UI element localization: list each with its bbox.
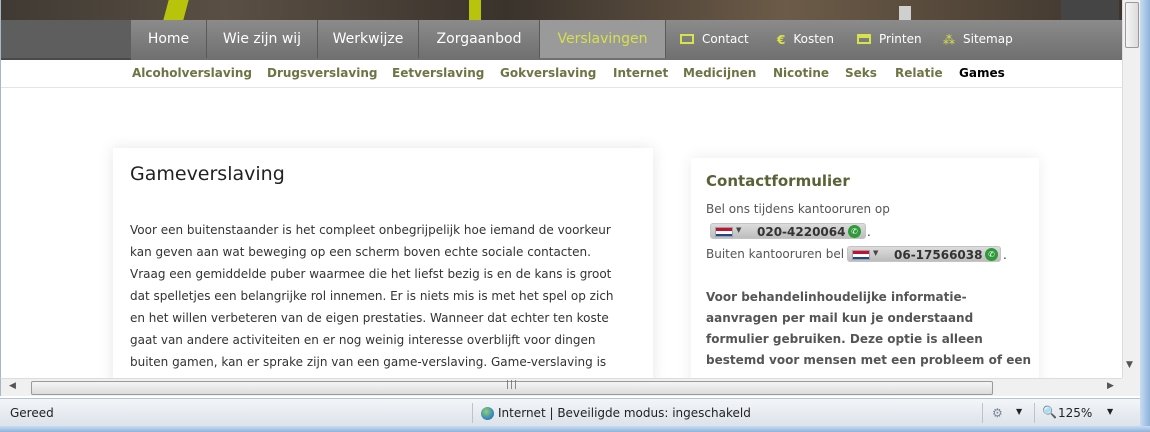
- article-line: Voor een buitenstaander is het compleet …: [130, 223, 611, 237]
- after-hours-phone-number[interactable]: 06-17566038: [894, 247, 982, 263]
- utility-link-sitemap[interactable]: ⁂ Sitemap: [943, 20, 1013, 58]
- sitemap-icon: ⁂: [943, 33, 955, 47]
- subnav-item-nicotine[interactable]: Nicotine: [773, 66, 829, 80]
- main-navigation: Home Wie zijn wij Werkwijze Zorgaanbod V…: [1, 20, 1122, 60]
- protected-mode-icon[interactable]: ⚙: [992, 406, 1003, 420]
- euro-icon: €: [777, 33, 786, 47]
- info-line: aanvragen per mail kun je onderstaand: [706, 311, 974, 325]
- article-line: gaat van andere activiteiten en er nog w…: [130, 333, 596, 347]
- zoom-level[interactable]: 125%: [1058, 406, 1092, 420]
- nav-tab-home[interactable]: Home: [131, 20, 207, 58]
- netherlands-flag-icon: [852, 250, 870, 260]
- utility-link-kosten[interactable]: € Kosten: [777, 20, 834, 58]
- period-text: .: [867, 225, 871, 239]
- article-line: dat spelletjes een belangrijke rol innem…: [130, 289, 614, 303]
- scroll-grip-icon: |||: [506, 380, 519, 390]
- status-text: Gereed: [10, 406, 54, 420]
- utility-link-label: Kosten: [793, 32, 834, 46]
- after-hours-text: Buiten kantooruren bel: [706, 247, 845, 261]
- subnav-item-alcoholverslaving[interactable]: Alcoholverslaving: [132, 66, 252, 80]
- horizontal-scroll-thumb[interactable]: |||: [31, 380, 993, 395]
- status-separator: [472, 403, 473, 423]
- subnav-item-eetverslaving[interactable]: Eetverslaving: [392, 66, 484, 80]
- info-line: formulier gebruiken. Deze optie is allee…: [706, 332, 983, 346]
- contact-icon: [680, 34, 694, 44]
- subnav-item-gokverslaving[interactable]: Gokverslaving: [500, 66, 596, 80]
- status-separator: [982, 403, 983, 423]
- main-navigation-bar: Home Wie zijn wij Werkwijze Zorgaanbod V…: [131, 20, 1122, 60]
- article-line: kan geven aan wat beweging op een scherm…: [130, 245, 591, 259]
- period-text: .: [1003, 248, 1007, 262]
- article-line: buiten gamen, kan er sprake zijn van een…: [130, 355, 607, 369]
- subnav-item-games[interactable]: Games: [959, 66, 1005, 80]
- utility-link-printen[interactable]: Printen: [857, 20, 922, 58]
- contact-info-text: Voor behandelinhoudelijke informatie- aa…: [706, 287, 1036, 371]
- chevron-down-icon[interactable]: ▼: [1107, 407, 1113, 416]
- status-bar: Gereed Internet | Beveiligde modus: inge…: [0, 398, 1140, 426]
- netherlands-flag-icon: [715, 227, 733, 237]
- print-icon: [857, 34, 871, 44]
- subnav-item-relatie[interactable]: Relatie: [895, 66, 943, 80]
- globe-icon: [481, 407, 494, 420]
- vertical-scroll-thumb[interactable]: [1125, 2, 1139, 48]
- window-frame-right: [1140, 0, 1150, 432]
- nav-tab-zorgaanbod[interactable]: Zorgaanbod: [419, 20, 540, 58]
- banner-accent-shape: [899, 6, 911, 20]
- article-line: en het willen verbeteren van de eigen pr…: [130, 311, 609, 325]
- utility-link-label: Sitemap: [963, 32, 1013, 46]
- chevron-down-icon: ▼: [736, 226, 742, 234]
- phone-call-icon[interactable]: ✆: [848, 225, 861, 238]
- after-hours-phone-widget[interactable]: ▼ 06-17566038 ✆: [847, 246, 1001, 262]
- scroll-left-arrow-icon[interactable]: ◀: [9, 381, 16, 391]
- article-body: Voor een buitenstaander is het compleet …: [130, 219, 615, 373]
- scroll-down-arrow-icon[interactable]: ▼: [1126, 360, 1133, 370]
- subnav-item-drugsverslaving[interactable]: Drugsverslaving: [267, 66, 377, 80]
- chevron-down-icon[interactable]: ▼: [1016, 407, 1022, 416]
- zoom-icon[interactable]: 🔍: [1042, 405, 1057, 419]
- sub-navigation: Alcoholverslaving Drugsverslaving Eetver…: [1, 62, 1122, 88]
- page-title: Gameverslaving: [130, 163, 285, 185]
- nav-tab-verslavingen[interactable]: Verslavingen: [540, 20, 666, 58]
- horizontal-scrollbar[interactable]: ◀ ||| ▶: [0, 378, 1122, 396]
- security-zone-text[interactable]: Internet | Beveiligde modus: ingeschakel…: [498, 406, 751, 420]
- article-line: Vraag een gemiddelde puber waarmee die h…: [130, 267, 612, 281]
- nav-tab-wie-zijn-wij[interactable]: Wie zijn wij: [207, 20, 318, 58]
- info-line: bestemd voor mensen met een probleem of …: [706, 353, 1032, 367]
- contact-title: Contactformulier: [706, 172, 850, 190]
- nav-tab-werkwijze[interactable]: Werkwijze: [318, 20, 419, 58]
- subnav-item-internet[interactable]: Internet: [613, 66, 668, 80]
- info-line: Voor behandelinhoudelijke informatie-: [706, 290, 967, 304]
- subnav-item-medicijnen[interactable]: Medicijnen: [683, 66, 756, 80]
- subnav-item-seks[interactable]: Seks: [845, 66, 877, 80]
- banner-accent-shape: [1061, 0, 1119, 20]
- utility-link-label: Contact: [702, 32, 749, 46]
- banner-accent-shape: [469, 0, 481, 20]
- scroll-right-arrow-icon[interactable]: ▶: [1107, 381, 1114, 391]
- scrollbar-corner: [1122, 378, 1140, 396]
- browser-window: Home Wie zijn wij Werkwijze Zorgaanbod V…: [0, 0, 1150, 432]
- banner-accent-shape: [163, 0, 189, 20]
- window-frame-bottom: [0, 426, 1150, 432]
- vertical-scrollbar[interactable]: ▼: [1122, 0, 1140, 378]
- office-phone-number[interactable]: 020-4220064: [757, 224, 845, 240]
- header-banner: [1, 0, 1122, 20]
- utility-link-contact[interactable]: Contact: [680, 20, 749, 58]
- phone-call-icon[interactable]: ✆: [985, 248, 998, 261]
- status-separator: [1034, 403, 1035, 423]
- chevron-down-icon: ▼: [873, 249, 879, 257]
- page-viewport: Home Wie zijn wij Werkwijze Zorgaanbod V…: [0, 0, 1122, 378]
- utility-link-label: Printen: [879, 32, 922, 46]
- office-hours-text: Bel ons tijdens kantooruren op: [706, 202, 890, 216]
- office-phone-widget[interactable]: ▼ 020-4220064 ✆: [710, 223, 866, 239]
